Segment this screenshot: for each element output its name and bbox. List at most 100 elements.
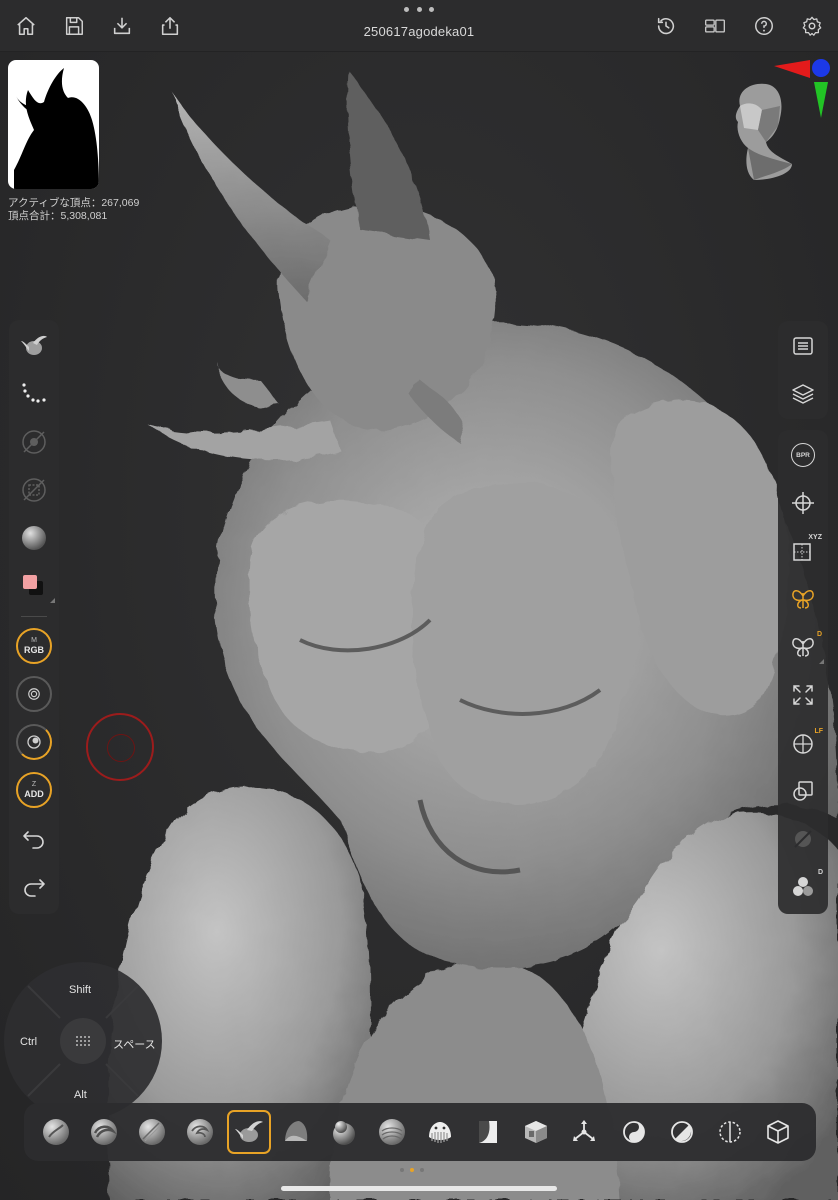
xyz-badge: XYZ: [808, 534, 822, 541]
brush-slot-mask[interactable]: [612, 1110, 656, 1154]
brush-slot-cube-select[interactable]: [756, 1110, 800, 1154]
brush-slot-clip[interactable]: [660, 1110, 704, 1154]
radial-symmetry-button[interactable]: D: [778, 627, 828, 667]
polyframe-button[interactable]: [778, 771, 828, 811]
snakehook-brush-icon: [21, 335, 47, 355]
help-question-icon: [755, 17, 773, 35]
silhouette-thumbnail[interactable]: [8, 60, 99, 189]
history-clock-icon: [657, 17, 675, 35]
focal-shift-icon: [27, 735, 41, 749]
tray-page-indicator[interactable]: [400, 1168, 424, 1172]
brush-slot-transpose[interactable]: [562, 1110, 606, 1154]
brush-slot-slice[interactable]: [708, 1110, 752, 1154]
mask-brush-icon: [623, 1121, 645, 1143]
d-badge: D: [816, 631, 822, 638]
lf-badge: LF: [814, 728, 823, 735]
home-indicator[interactable]: [281, 1186, 557, 1191]
brush-slot-curve[interactable]: [466, 1110, 510, 1154]
left-tool-panel: M RGB Z ADD: [9, 320, 59, 914]
trim-dynamic-brush-icon: [285, 1121, 308, 1141]
material-sphere-icon: [22, 526, 46, 550]
right-tool-panel: BPR XYZ D LF D: [778, 430, 828, 914]
butterfly-outline-icon: [792, 638, 814, 657]
space-key[interactable]: スペース: [113, 1036, 156, 1052]
grid-dots-icon[interactable]: [75, 1035, 91, 1047]
settings-button[interactable]: [798, 12, 826, 40]
dots-stroke-icon: [22, 383, 46, 403]
more-options-handle[interactable]: [404, 7, 434, 12]
butterfly-symmetry-icon: [792, 590, 814, 609]
help-button[interactable]: [750, 12, 778, 40]
alpha-button[interactable]: [9, 422, 59, 462]
draw-size-icon: [28, 688, 40, 700]
current-brush-button[interactable]: [9, 326, 59, 366]
clip-brush-icon: [671, 1121, 693, 1143]
transpose-brush-icon: [573, 1120, 595, 1141]
three-spheres-icon: [793, 877, 813, 896]
perspective-button[interactable]: LF: [778, 723, 828, 763]
curve-brush-icon: [479, 1121, 497, 1143]
frame-fit-button[interactable]: [778, 675, 828, 715]
crosshair-move-icon: [792, 492, 814, 514]
texture-disabled-icon: [22, 478, 46, 502]
brush-cursor: [86, 713, 154, 781]
active-points-text: アクティブな頂点：267,069: [8, 197, 140, 209]
bpr-render-button[interactable]: BPR: [778, 435, 828, 475]
top-toolbar: 250617agodeka01: [0, 0, 838, 52]
page-dot: [400, 1168, 404, 1172]
history-button[interactable]: [652, 12, 680, 40]
subtool-layers-button[interactable]: [778, 374, 828, 414]
overlap-shapes-icon: [793, 781, 813, 801]
color-swatch-icon: [23, 575, 43, 595]
brush-slot-dam-standard[interactable]: [130, 1110, 174, 1154]
brush-slot-imm[interactable]: [418, 1110, 462, 1154]
page-dot: [420, 1168, 424, 1172]
alt-key[interactable]: Alt: [74, 1089, 87, 1101]
slice-brush-icon: [719, 1121, 741, 1143]
navigation-gizmo[interactable]: [722, 56, 834, 188]
z-intensity-button[interactable]: Z ADD: [9, 770, 59, 810]
solo-button[interactable]: D: [778, 867, 828, 907]
d2-badge: D: [817, 869, 823, 876]
dam-standard-brush-icon: [139, 1119, 165, 1145]
redo-button[interactable]: [9, 868, 59, 908]
silhouette-preview-icon: [14, 68, 99, 189]
color-swatch-button[interactable]: [9, 566, 59, 606]
brush-slot-inflate[interactable]: [322, 1110, 366, 1154]
tool-palette-button[interactable]: [778, 326, 828, 366]
smooth-brush-icon: [379, 1119, 405, 1145]
layout-button[interactable]: [700, 12, 730, 40]
local-symmetry-button[interactable]: XYZ: [778, 531, 828, 571]
brush-slot-standard[interactable]: [34, 1110, 78, 1154]
stroke-button[interactable]: [9, 374, 59, 414]
brush-slot-snakehook[interactable]: [227, 1110, 271, 1154]
symmetry-x-button[interactable]: [778, 579, 828, 619]
move-transform-button[interactable]: [778, 483, 828, 523]
brush-slot-clay-buildup[interactable]: [82, 1110, 126, 1154]
expand-arrows-icon: [793, 685, 813, 705]
rgb-mode-button[interactable]: M RGB: [9, 626, 59, 666]
undo-button[interactable]: [9, 820, 59, 860]
redo-arrow-icon: [24, 879, 45, 897]
axis-head-gizmo-icon: [735, 59, 830, 180]
standard-brush-icon: [43, 1119, 69, 1145]
cube-select-brush-icon: [767, 1120, 789, 1144]
layers-stack-icon: [792, 384, 814, 404]
focal-shift-button[interactable]: [9, 722, 59, 762]
brush-slot-insert-cube[interactable]: [514, 1110, 558, 1154]
brush-slot-trim-dynamic[interactable]: [274, 1110, 318, 1154]
ctrl-key[interactable]: Ctrl: [20, 1036, 37, 1048]
material-button[interactable]: [9, 518, 59, 558]
right-top-panel: [778, 321, 828, 419]
brush-slot-smooth[interactable]: [370, 1110, 414, 1154]
ghost-disabled-icon: [794, 830, 812, 848]
transparency-button[interactable]: [778, 819, 828, 859]
vertex-stats: アクティブな頂点：267,069 頂点合計：5,308,081: [8, 197, 139, 223]
total-points-text: 頂点合計：5,308,081: [8, 210, 108, 222]
brush-slot-move[interactable]: [178, 1110, 222, 1154]
draw-size-button[interactable]: [9, 674, 59, 714]
layout-panels-icon: [705, 19, 725, 33]
clay-buildup-brush-icon: [91, 1119, 117, 1145]
texture-button[interactable]: [9, 470, 59, 510]
shift-key[interactable]: Shift: [69, 984, 91, 996]
